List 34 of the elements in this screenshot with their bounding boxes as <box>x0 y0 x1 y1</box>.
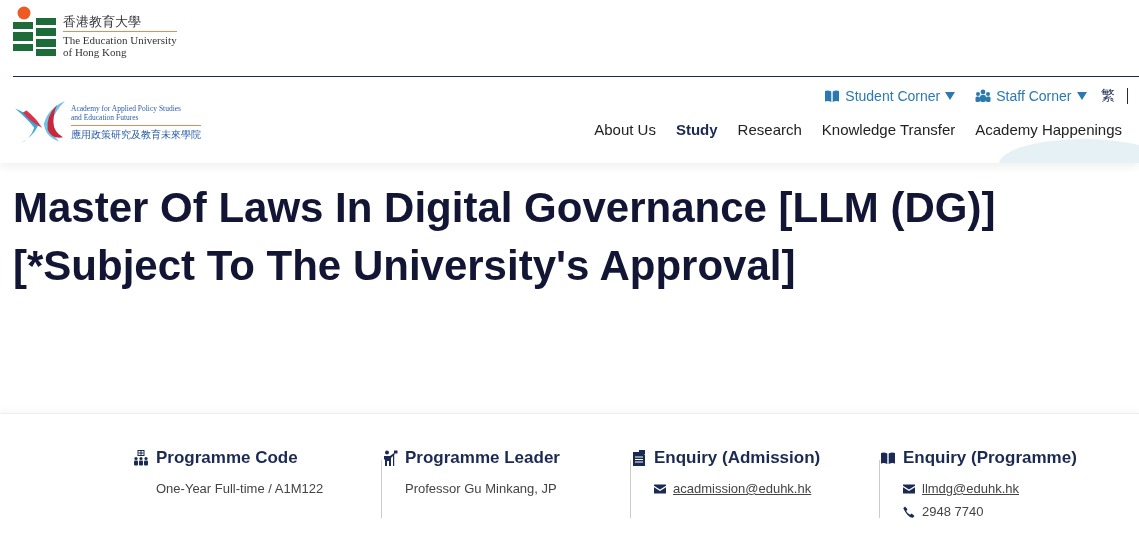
nav-link[interactable]: Research <box>737 121 802 138</box>
people-icon <box>975 89 992 103</box>
university-name-english: The Education University <box>63 34 177 46</box>
university-name-chinese: 香港教育大學 <box>63 14 177 32</box>
nav-link[interactable]: About Us <box>594 121 656 138</box>
info-heading: Enquiry (Admission) <box>654 448 821 468</box>
academy-name-chinese: 應用政策研究及教育未來學院 <box>71 124 201 141</box>
phone-number: 2948 7740 <box>922 504 984 519</box>
presenter-icon <box>382 450 398 466</box>
info-text: One-Year Full-time / A1M122 <box>156 481 324 496</box>
envelope-icon <box>654 483 666 494</box>
corner-menu-link[interactable]: Student Corner <box>824 88 956 104</box>
group-icon <box>133 450 149 466</box>
caret-icon <box>1076 92 1087 100</box>
info-heading: Programme Leader <box>405 448 560 468</box>
info-heading: Enquiry (Programme) <box>903 448 1077 468</box>
book-icon <box>880 451 896 465</box>
book-icon <box>824 89 841 103</box>
envelope-icon <box>903 483 915 494</box>
phone-icon <box>903 505 915 518</box>
clipboard-icon <box>631 450 647 466</box>
email-link[interactable]: llmdg@eduhk.hk <box>922 481 1020 496</box>
university-logo-icon <box>13 6 57 56</box>
info-text: Professor Gu Minkang, JP <box>405 481 557 496</box>
nav-link[interactable]: Study <box>675 121 718 138</box>
corner-menu-link[interactable]: Staff Corner <box>975 88 1087 104</box>
email-link[interactable]: acadmission@eduhk.hk <box>673 481 812 496</box>
caret-icon <box>945 92 956 100</box>
info-heading: Programme Code <box>156 448 298 468</box>
page-title: Master Of Laws In Digital Governance [LLM (DG)] [*Subject To The University's Approval] <box>13 183 997 291</box>
university-name-english: of Hong Kong <box>63 46 128 58</box>
language-link[interactable]: 繁 <box>1100 87 1115 105</box>
nav-link[interactable]: Knowledge Transfer <box>821 121 956 138</box>
nav-link[interactable]: Academy Happenings <box>975 121 1122 138</box>
